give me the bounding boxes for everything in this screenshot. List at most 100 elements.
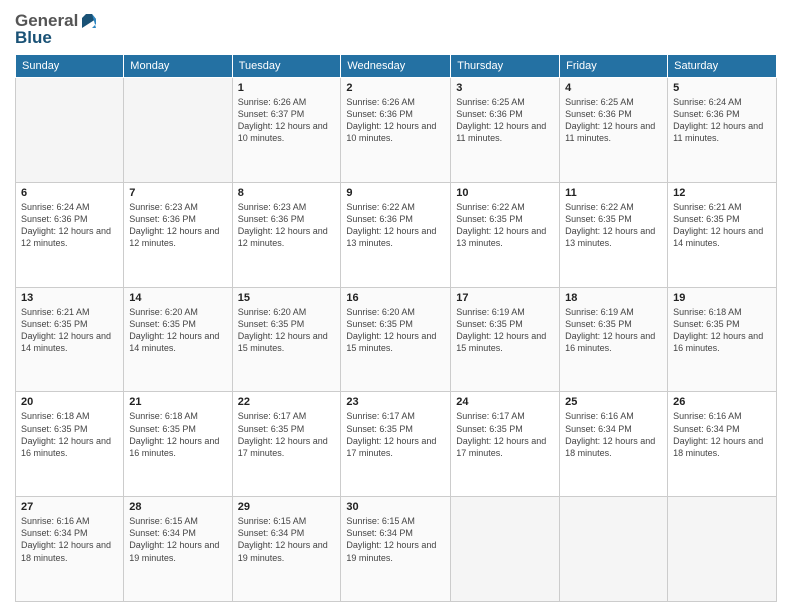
calendar-cell <box>16 78 124 183</box>
day-info: Sunrise: 6:22 AM Sunset: 6:35 PM Dayligh… <box>456 201 554 250</box>
day-header-tuesday: Tuesday <box>232 55 341 78</box>
day-info: Sunrise: 6:15 AM Sunset: 6:34 PM Dayligh… <box>238 515 336 564</box>
calendar-cell: 28 Sunrise: 6:15 AM Sunset: 6:34 PM Dayli… <box>124 497 232 602</box>
calendar-cell: 8 Sunrise: 6:23 AM Sunset: 6:36 PM Daylig… <box>232 182 341 287</box>
day-info: Sunrise: 6:18 AM Sunset: 6:35 PM Dayligh… <box>673 306 771 355</box>
day-info: Sunrise: 6:24 AM Sunset: 6:36 PM Dayligh… <box>673 96 771 145</box>
day-info: Sunrise: 6:16 AM Sunset: 6:34 PM Dayligh… <box>565 410 662 459</box>
day-info: Sunrise: 6:21 AM Sunset: 6:35 PM Dayligh… <box>21 306 118 355</box>
header: General Blue <box>15 10 777 48</box>
day-header-sunday: Sunday <box>16 55 124 78</box>
calendar-cell: 4 Sunrise: 6:25 AM Sunset: 6:36 PM Daylig… <box>560 78 668 183</box>
calendar-cell: 2 Sunrise: 6:26 AM Sunset: 6:36 PM Daylig… <box>341 78 451 183</box>
day-number: 8 <box>238 187 336 199</box>
day-info: Sunrise: 6:22 AM Sunset: 6:35 PM Dayligh… <box>565 201 662 250</box>
calendar-cell: 10 Sunrise: 6:22 AM Sunset: 6:35 PM Dayli… <box>451 182 560 287</box>
calendar-cell: 11 Sunrise: 6:22 AM Sunset: 6:35 PM Dayli… <box>560 182 668 287</box>
calendar-cell: 29 Sunrise: 6:15 AM Sunset: 6:34 PM Dayli… <box>232 497 341 602</box>
calendar-cell <box>560 497 668 602</box>
day-header-wednesday: Wednesday <box>341 55 451 78</box>
calendar-table: SundayMondayTuesdayWednesdayThursdayFrid… <box>15 54 777 602</box>
day-info: Sunrise: 6:26 AM Sunset: 6:36 PM Dayligh… <box>346 96 445 145</box>
day-number: 16 <box>346 292 445 304</box>
calendar-cell: 3Sunrise: 6:25 AM Sunset: 6:36 PM Daylig… <box>451 78 560 183</box>
day-number: 28 <box>129 501 226 513</box>
calendar-cell: 5 Sunrise: 6:24 AM Sunset: 6:36 PM Daylig… <box>668 78 777 183</box>
calendar-cell: 13 Sunrise: 6:21 AM Sunset: 6:35 PM Dayli… <box>16 287 124 392</box>
day-info: Sunrise: 6:18 AM Sunset: 6:35 PM Dayligh… <box>129 410 226 459</box>
calendar-cell <box>668 497 777 602</box>
day-info: Sunrise: 6:16 AM Sunset: 6:34 PM Dayligh… <box>673 410 771 459</box>
day-number: 23 <box>346 396 445 408</box>
day-number: 24 <box>456 396 554 408</box>
day-header-friday: Friday <box>560 55 668 78</box>
day-info: Sunrise: 6:23 AM Sunset: 6:36 PM Dayligh… <box>129 201 226 250</box>
calendar-cell: 30Sunrise: 6:15 AM Sunset: 6:34 PM Dayli… <box>341 497 451 602</box>
day-number: 27 <box>21 501 118 513</box>
day-info: Sunrise: 6:17 AM Sunset: 6:35 PM Dayligh… <box>238 410 336 459</box>
day-number: 6 <box>21 187 118 199</box>
day-info: Sunrise: 6:15 AM Sunset: 6:34 PM Dayligh… <box>129 515 226 564</box>
week-row-1: 6 Sunrise: 6:24 AM Sunset: 6:36 PM Daylig… <box>16 182 777 287</box>
day-number: 13 <box>21 292 118 304</box>
calendar-cell: 6 Sunrise: 6:24 AM Sunset: 6:36 PM Daylig… <box>16 182 124 287</box>
calendar-cell <box>124 78 232 183</box>
day-info: Sunrise: 6:15 AM Sunset: 6:34 PM Dayligh… <box>346 515 445 564</box>
calendar-cell: 15Sunrise: 6:20 AM Sunset: 6:35 PM Dayli… <box>232 287 341 392</box>
day-number: 22 <box>238 396 336 408</box>
day-number: 7 <box>129 187 226 199</box>
day-info: Sunrise: 6:25 AM Sunset: 6:36 PM Dayligh… <box>565 96 662 145</box>
day-number: 21 <box>129 396 226 408</box>
day-info: Sunrise: 6:17 AM Sunset: 6:35 PM Dayligh… <box>456 410 554 459</box>
day-number: 14 <box>129 292 226 304</box>
day-number: 1 <box>238 82 336 94</box>
page: General Blue SundayMondayTuesdayWednesda… <box>0 0 792 612</box>
day-info: Sunrise: 6:23 AM Sunset: 6:36 PM Dayligh… <box>238 201 336 250</box>
day-number: 17 <box>456 292 554 304</box>
day-info: Sunrise: 6:21 AM Sunset: 6:35 PM Dayligh… <box>673 201 771 250</box>
calendar-cell: 25 Sunrise: 6:16 AM Sunset: 6:34 PM Dayli… <box>560 392 668 497</box>
day-number: 4 <box>565 82 662 94</box>
day-info: Sunrise: 6:24 AM Sunset: 6:36 PM Dayligh… <box>21 201 118 250</box>
calendar-cell: 26Sunrise: 6:16 AM Sunset: 6:34 PM Dayli… <box>668 392 777 497</box>
day-number: 5 <box>673 82 771 94</box>
calendar-cell: 7 Sunrise: 6:23 AM Sunset: 6:36 PM Daylig… <box>124 182 232 287</box>
calendar-cell: 19 Sunrise: 6:18 AM Sunset: 6:35 PM Dayli… <box>668 287 777 392</box>
day-number: 15 <box>238 292 336 304</box>
day-info: Sunrise: 6:17 AM Sunset: 6:35 PM Dayligh… <box>346 410 445 459</box>
day-header-saturday: Saturday <box>668 55 777 78</box>
logo: General Blue <box>15 10 100 48</box>
day-number: 19 <box>673 292 771 304</box>
calendar-cell: 18 Sunrise: 6:19 AM Sunset: 6:35 PM Dayli… <box>560 287 668 392</box>
calendar-cell: 23 Sunrise: 6:17 AM Sunset: 6:35 PM Dayli… <box>341 392 451 497</box>
day-info: Sunrise: 6:25 AM Sunset: 6:36 PM Dayligh… <box>456 96 554 145</box>
day-info: Sunrise: 6:26 AM Sunset: 6:37 PM Dayligh… <box>238 96 336 145</box>
day-number: 29 <box>238 501 336 513</box>
day-info: Sunrise: 6:19 AM Sunset: 6:35 PM Dayligh… <box>456 306 554 355</box>
day-number: 12 <box>673 187 771 199</box>
day-number: 11 <box>565 187 662 199</box>
calendar-cell: 12 Sunrise: 6:21 AM Sunset: 6:35 PM Dayli… <box>668 182 777 287</box>
calendar-cell <box>451 497 560 602</box>
calendar-cell: 22 Sunrise: 6:17 AM Sunset: 6:35 PM Dayli… <box>232 392 341 497</box>
day-info: Sunrise: 6:20 AM Sunset: 6:35 PM Dayligh… <box>346 306 445 355</box>
day-number: 9 <box>346 187 445 199</box>
days-header-row: SundayMondayTuesdayWednesdayThursdayFrid… <box>16 55 777 78</box>
week-row-3: 20 Sunrise: 6:18 AM Sunset: 6:35 PM Dayli… <box>16 392 777 497</box>
day-number: 10 <box>456 187 554 199</box>
day-number: 20 <box>21 396 118 408</box>
calendar-cell: 24 Sunrise: 6:17 AM Sunset: 6:35 PM Dayli… <box>451 392 560 497</box>
day-number: 18 <box>565 292 662 304</box>
day-header-thursday: Thursday <box>451 55 560 78</box>
day-number: 25 <box>565 396 662 408</box>
day-info: Sunrise: 6:19 AM Sunset: 6:35 PM Dayligh… <box>565 306 662 355</box>
calendar-cell: 16 Sunrise: 6:20 AM Sunset: 6:35 PM Dayli… <box>341 287 451 392</box>
week-row-2: 13 Sunrise: 6:21 AM Sunset: 6:35 PM Dayli… <box>16 287 777 392</box>
week-row-4: 27 Sunrise: 6:16 AM Sunset: 6:34 PM Dayli… <box>16 497 777 602</box>
day-header-monday: Monday <box>124 55 232 78</box>
calendar-cell: 14 Sunrise: 6:20 AM Sunset: 6:35 PM Dayli… <box>124 287 232 392</box>
day-number: 2 <box>346 82 445 94</box>
day-info: Sunrise: 6:20 AM Sunset: 6:35 PM Dayligh… <box>129 306 226 355</box>
day-info: Sunrise: 6:16 AM Sunset: 6:34 PM Dayligh… <box>21 515 118 564</box>
calendar-cell: 1 Sunrise: 6:26 AM Sunset: 6:37 PM Daylig… <box>232 78 341 183</box>
